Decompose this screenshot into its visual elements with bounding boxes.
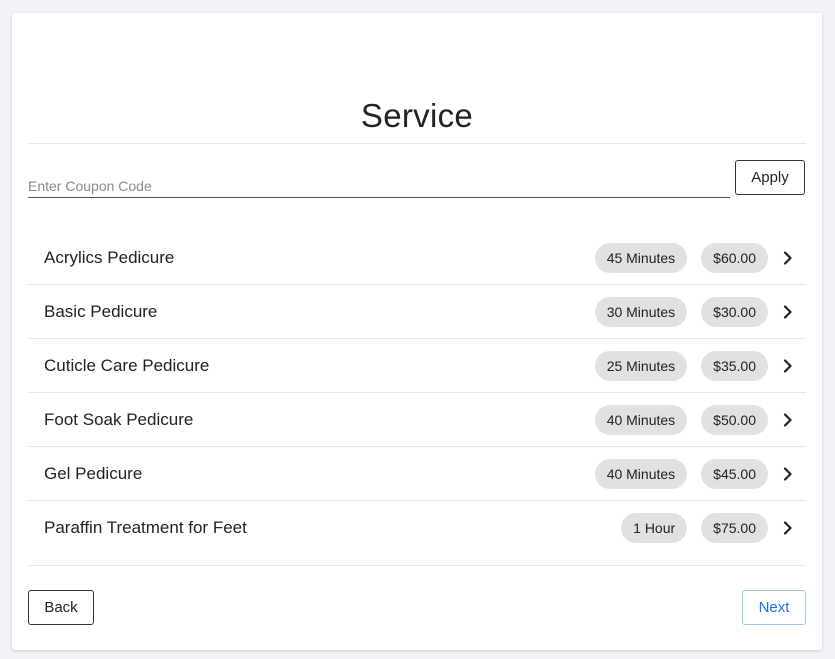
service-row-gel-pedicure[interactable]: Gel Pedicure 40 Minutes $45.00 xyxy=(28,447,806,501)
service-name: Gel Pedicure xyxy=(44,463,143,483)
price-badge: $35.00 xyxy=(701,350,768,381)
page-title: Service xyxy=(360,97,474,134)
service-row-paraffin-treatment[interactable]: Paraffin Treatment for Feet 1 Hour $75.0… xyxy=(28,501,806,554)
duration-badge: 1 Hour xyxy=(621,512,688,543)
price-badge: $75.00 xyxy=(701,512,768,543)
service-name: Paraffin Treatment for Feet xyxy=(44,517,247,537)
service-row-foot-soak-pedicure[interactable]: Foot Soak Pedicure 40 Minutes $50.00 xyxy=(28,393,806,447)
service-pills: 40 Minutes $50.00 xyxy=(594,404,768,435)
chevron-right-icon[interactable] xyxy=(782,466,794,481)
chevron-right-icon[interactable] xyxy=(782,304,794,319)
service-name: Cuticle Care Pedicure xyxy=(44,355,210,375)
service-card: Service Apply Acrylics Pedicure 45 Minut… xyxy=(12,13,822,650)
duration-badge: 25 Minutes xyxy=(594,350,688,381)
duration-badge: 40 Minutes xyxy=(594,404,688,435)
chevron-right-icon[interactable] xyxy=(782,412,794,427)
service-name: Foot Soak Pedicure xyxy=(44,409,194,429)
apply-coupon-button[interactable]: Apply xyxy=(735,160,805,195)
service-pills: 30 Minutes $30.00 xyxy=(594,296,768,327)
service-name: Acrylics Pedicure xyxy=(44,247,175,267)
title-divider xyxy=(28,143,806,144)
coupon-code-input[interactable] xyxy=(28,175,730,198)
chevron-right-icon[interactable] xyxy=(782,250,794,265)
service-pills: 40 Minutes $45.00 xyxy=(594,458,768,489)
service-row-basic-pedicure[interactable]: Basic Pedicure 30 Minutes $30.00 xyxy=(28,285,806,339)
back-button[interactable]: Back xyxy=(28,590,94,625)
service-name: Basic Pedicure xyxy=(44,301,158,321)
duration-badge: 45 Minutes xyxy=(594,242,688,273)
service-pills: 1 Hour $75.00 xyxy=(621,512,768,543)
service-row-cuticle-care-pedicure[interactable]: Cuticle Care Pedicure 25 Minutes $35.00 xyxy=(28,339,806,393)
next-button[interactable]: Next xyxy=(742,590,806,625)
service-pills: 25 Minutes $35.00 xyxy=(594,350,768,381)
duration-badge: 40 Minutes xyxy=(594,458,688,489)
price-badge: $60.00 xyxy=(701,242,768,273)
service-row-acrylics-pedicure[interactable]: Acrylics Pedicure 45 Minutes $60.00 xyxy=(28,231,806,285)
duration-badge: 30 Minutes xyxy=(594,296,688,327)
service-list: Acrylics Pedicure 45 Minutes $60.00 Basi… xyxy=(28,231,806,554)
chevron-right-icon[interactable] xyxy=(782,520,794,535)
price-badge: $50.00 xyxy=(701,404,768,435)
chevron-right-icon[interactable] xyxy=(782,358,794,373)
price-badge: $45.00 xyxy=(701,458,768,489)
footer-divider xyxy=(28,565,806,566)
service-pills: 45 Minutes $60.00 xyxy=(594,242,768,273)
price-badge: $30.00 xyxy=(701,296,768,327)
